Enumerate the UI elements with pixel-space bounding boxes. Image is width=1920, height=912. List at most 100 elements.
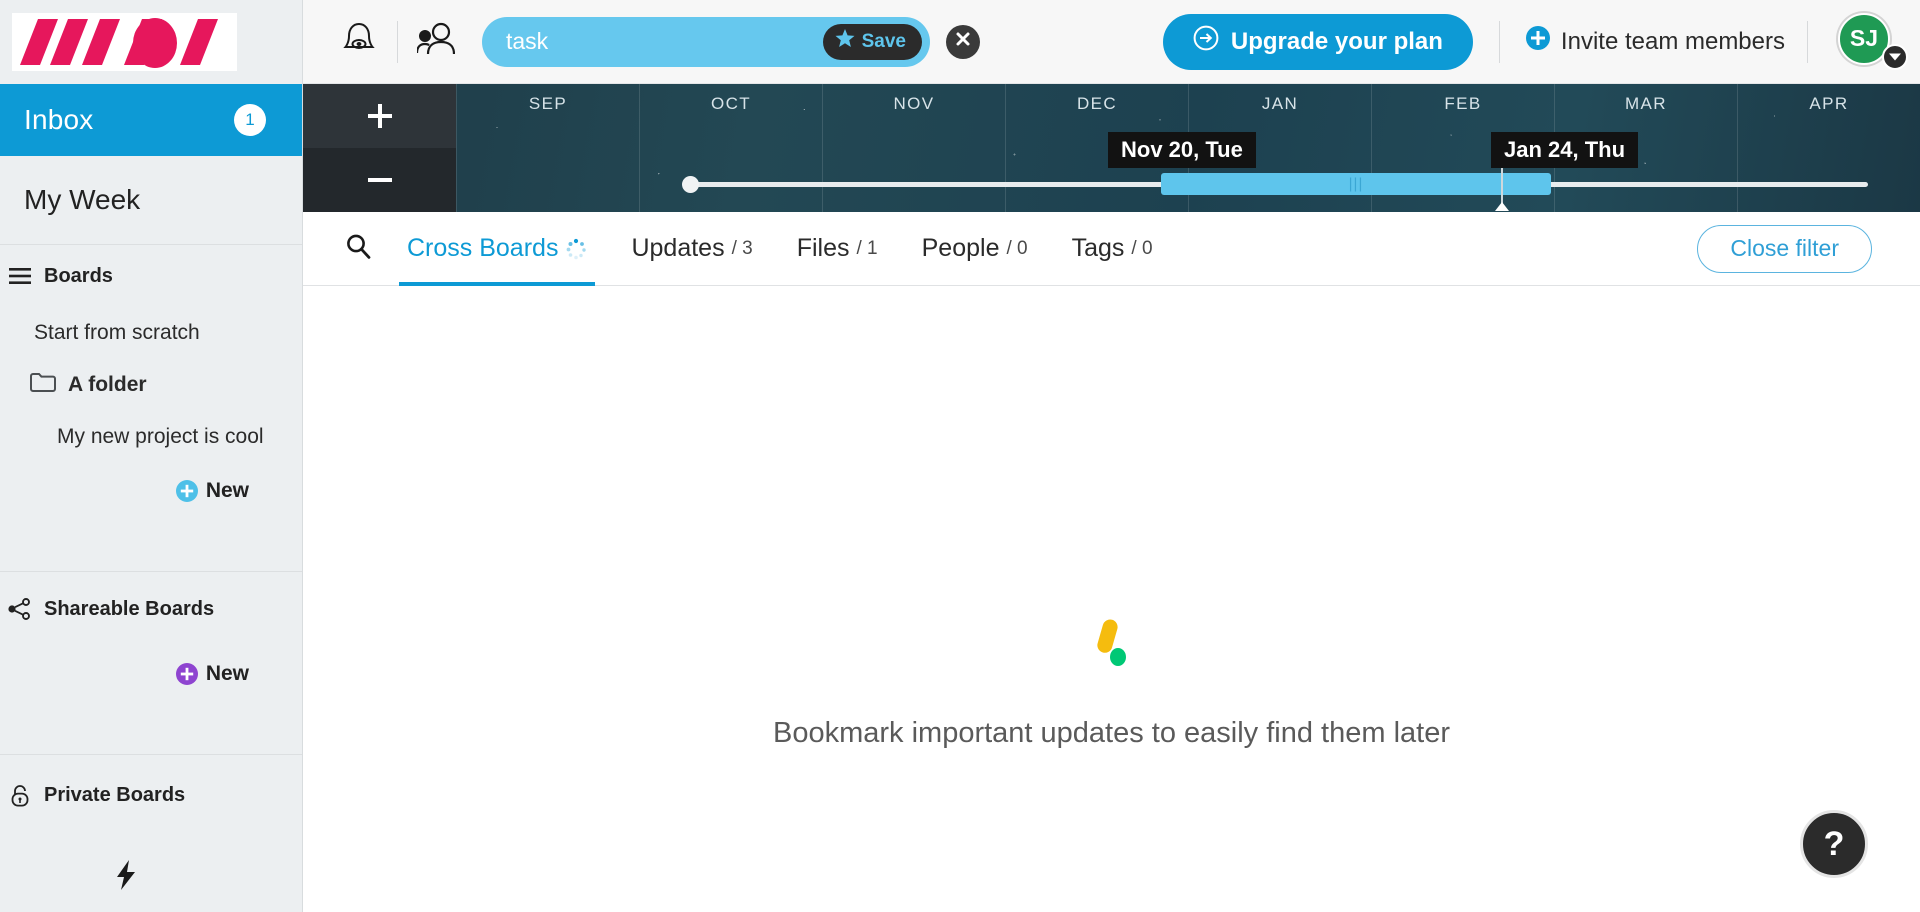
star-icon <box>835 29 855 54</box>
brand-logo[interactable] <box>0 0 302 84</box>
monday-logo-icon <box>12 13 237 71</box>
timeline-zoom-in-button[interactable] <box>303 84 456 148</box>
save-label: Save <box>861 30 906 52</box>
tab-label: Cross Boards <box>407 234 559 262</box>
timeline-start-tooltip: Nov 20, Tue <box>1108 132 1256 168</box>
tab-label: Updates <box>631 234 725 262</box>
bookmark-dots-icon <box>1091 616 1133 673</box>
invite-team-members-button[interactable]: Invite team members <box>1525 26 1785 57</box>
loading-spinner-icon <box>565 238 587 260</box>
boards-new-label: New <box>205 479 249 502</box>
upgrade-label: Upgrade your plan <box>1230 27 1443 55</box>
timeline-zoom-controls <box>303 84 456 212</box>
sidebar-section-boards[interactable]: Boards <box>0 245 302 307</box>
plus-circle-icon <box>1525 26 1550 57</box>
sidebar-item-inbox[interactable]: Inbox 1 <box>0 84 302 156</box>
bell-icon <box>342 21 376 62</box>
upgrade-plan-button[interactable]: Upgrade your plan <box>1162 13 1473 70</box>
tab-label: People <box>921 234 1000 262</box>
top-bar: task Save Upgrade your plan Invite team … <box>303 0 1920 84</box>
boards-new-button[interactable]: New <box>0 463 302 519</box>
lightning-bolt-icon <box>115 859 137 895</box>
plus-icon <box>367 104 392 128</box>
save-search-button[interactable]: Save <box>822 23 922 60</box>
my-week-label: My Week <box>24 184 141 215</box>
sidebar-item-a-folder[interactable]: A folder <box>0 359 302 411</box>
tab-files[interactable]: Files / 1 <box>775 212 900 286</box>
notifications-button[interactable] <box>331 14 387 70</box>
shareable-new-label: New <box>205 662 249 685</box>
tab-count: / 0 <box>1131 237 1153 259</box>
tab-label: Tags <box>1071 234 1125 262</box>
main-area: task Save Upgrade your plan Invite team … <box>303 0 1920 912</box>
help-button[interactable]: ? <box>1800 810 1868 878</box>
share-icon <box>8 597 32 621</box>
tab-tags[interactable]: Tags / 0 <box>1050 212 1175 286</box>
tab-label: Files <box>796 234 850 262</box>
tab-count: / 1 <box>856 237 878 259</box>
timeline-end-marker <box>1495 162 1509 211</box>
topbar-divider-3 <box>1807 20 1808 63</box>
clear-search-button[interactable] <box>946 24 980 59</box>
topbar-divider-2 <box>1498 20 1500 63</box>
search-icon <box>345 233 371 264</box>
timeline-month: OCT <box>639 84 822 212</box>
user-menu[interactable]: SJ <box>1838 12 1908 71</box>
chevron-down-icon[interactable] <box>1882 43 1908 70</box>
sidebar: Inbox 1 My Week Boards Start from scratc… <box>0 0 303 912</box>
folder-label: A folder <box>68 373 147 396</box>
app-root: Inbox 1 My Week Boards Start from scratc… <box>0 0 1920 912</box>
timeline-filter[interactable]: SEP OCT NOV DEC JAN FEB MAR APR Nov 20, … <box>303 84 1920 212</box>
question-mark-icon: ? <box>1823 824 1845 863</box>
topbar-divider-1 <box>397 20 398 63</box>
tab-updates[interactable]: Updates / 3 <box>609 212 774 286</box>
sidebar-item-start-from-scratch[interactable]: Start from scratch <box>0 307 302 359</box>
tab-cross-boards[interactable]: Cross Boards <box>385 212 609 286</box>
automations-button[interactable] <box>0 842 302 912</box>
timeline-end-tooltip: Jan 24, Thu <box>1491 132 1639 168</box>
close-filter-label: Close filter <box>1730 235 1839 261</box>
people-icon <box>415 22 456 61</box>
search-input[interactable]: task Save <box>482 16 930 67</box>
hamburger-icon <box>8 264 32 288</box>
sidebar-section-shareable-boards[interactable]: Shareable Boards <box>0 572 302 646</box>
private-boards-label: Private Boards <box>44 783 186 806</box>
board-item-label: My new project is cool <box>57 425 264 448</box>
filter-tabs-bar: Cross Boards Updates / 3 Files / 1 Peopl… <box>303 212 1920 286</box>
folder-icon <box>30 372 56 398</box>
close-circle-icon <box>954 30 972 53</box>
tab-count: / 0 <box>1006 237 1028 259</box>
team-members-button[interactable] <box>408 14 464 70</box>
empty-state-text: Bookmark important updates to easily fin… <box>773 717 1450 749</box>
sidebar-item-my-new-project[interactable]: My new project is cool <box>0 411 302 463</box>
timeline-zoom-out-button[interactable] <box>303 148 456 212</box>
content-area: Bookmark important updates to easily fin… <box>303 286 1920 912</box>
plus-circle-icon <box>175 480 198 502</box>
timeline-month: APR <box>1737 84 1920 212</box>
invite-label: Invite team members <box>1560 27 1785 55</box>
shareable-boards-label: Shareable Boards <box>44 597 215 620</box>
sidebar-item-my-week[interactable]: My Week <box>0 156 302 245</box>
empty-state: Bookmark important updates to easily fin… <box>303 616 1920 750</box>
tab-count: / 3 <box>731 237 753 259</box>
lock-icon <box>8 783 32 807</box>
tab-people[interactable]: People / 0 <box>900 212 1050 286</box>
inbox-label: Inbox <box>24 104 94 135</box>
timeline-selected-range[interactable]: ||| <box>1161 173 1551 195</box>
minus-icon <box>367 178 392 182</box>
timeline-left-knob[interactable] <box>682 176 699 193</box>
board-item-label: Start from scratch <box>34 321 200 344</box>
close-filter-button[interactable]: Close filter <box>1697 224 1872 273</box>
arrow-right-circle-icon <box>1193 25 1219 58</box>
tab-search-button[interactable] <box>331 222 385 276</box>
shareable-new-button[interactable]: New <box>0 646 302 702</box>
plus-circle-icon <box>175 663 198 685</box>
range-grip-handle[interactable]: ||| <box>1349 176 1364 193</box>
timeline-month: NOV <box>822 84 1005 212</box>
boards-label: Boards <box>44 264 113 287</box>
search-value: task <box>506 28 549 54</box>
sidebar-section-private-boards[interactable]: Private Boards <box>0 755 302 835</box>
inbox-badge: 1 <box>234 104 266 136</box>
timeline-month: SEP <box>456 84 639 212</box>
